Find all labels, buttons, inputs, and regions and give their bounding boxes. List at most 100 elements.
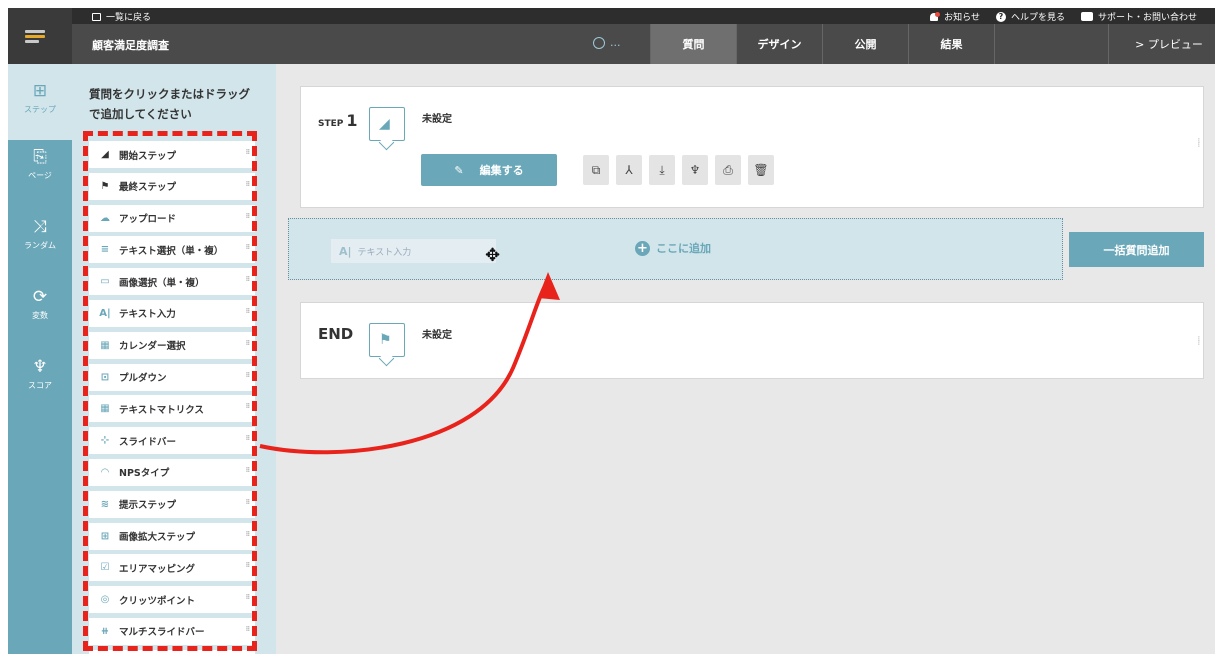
zoom-image-icon: ⊞	[100, 530, 110, 542]
drag-handle-icon[interactable]: ⁞⁞	[1198, 138, 1200, 149]
nav-item-label: ランダム	[24, 241, 56, 250]
tab-spacer	[994, 24, 1109, 64]
drop-zone[interactable]: A| テキスト入力 ✥ + ここに追加	[288, 218, 1063, 280]
question-type-label: スライドバー	[119, 436, 177, 448]
drag-handle-icon[interactable]: ⁞⁞	[1198, 336, 1200, 347]
drag-handle-icon[interactable]: ⁞⁞	[246, 307, 250, 314]
question-type-list: ◢ 開始ステップ ⁞⁞ ⚑ 最終ステップ ⁞⁞ ☁ アップロード ⁞⁞ ≡ テキスト選択（単・…	[89, 141, 255, 654]
back-to-list-label: 一覧に戻る	[106, 13, 152, 23]
question-type-label: 最終ステップ	[119, 182, 177, 194]
question-type-nps[interactable]: ◠ NPSタイプ ⁞⁞	[89, 458, 255, 486]
help-link[interactable]: ? ヘルプを見る	[995, 10, 1065, 23]
question-type-end-step[interactable]: ⚑ 最終ステップ ⁞⁞	[89, 172, 255, 200]
drag-handle-icon[interactable]: ⁞⁞	[246, 180, 250, 187]
drag-handle-icon[interactable]: ⁞⁞	[246, 466, 250, 473]
step-number: 1	[346, 111, 358, 130]
question-type-label: マルチスライドバー	[119, 627, 205, 639]
question-type-image-choice[interactable]: ▭ 画像選択（単・複） ⁞⁞	[89, 268, 255, 296]
drag-handle-icon[interactable]: ⁞⁞	[246, 371, 250, 378]
tab-publish[interactable]: 公開	[822, 24, 908, 64]
app-logo[interactable]	[8, 8, 72, 64]
question-type-calendar[interactable]: ▦ カレンダー選択 ⁞⁞	[89, 331, 255, 359]
nav-item-step[interactable]: ⊞ ステップ	[8, 64, 72, 140]
question-type-presentation-step[interactable]: ≋ 提示ステップ ⁞⁞	[89, 490, 255, 518]
drag-handle-icon[interactable]: ⁞⁞	[246, 562, 250, 569]
drag-handle-icon[interactable]: ⁞⁞	[246, 498, 250, 505]
add-here-target[interactable]: + ここに追加	[635, 240, 711, 256]
survey-title: 顧客満足度調査	[92, 39, 169, 52]
nav-item-random[interactable]: ⤨ ランダム	[8, 218, 72, 278]
copy-icon[interactable]: ⧉	[583, 155, 609, 185]
help-icon: ?	[995, 11, 1006, 22]
drag-handle-icon[interactable]: ⁞⁞	[246, 403, 250, 410]
start-step-icon: ◢	[369, 107, 405, 141]
question-type-upload[interactable]: ☁ アップロード ⁞⁞	[89, 204, 255, 232]
save-status: ...	[593, 36, 621, 49]
cloud-upload-icon: ☁	[100, 212, 110, 224]
trash-icon[interactable]: 🗑	[748, 155, 774, 185]
bulk-add-questions-button[interactable]: 一括質問追加	[1069, 232, 1204, 267]
nav-item-score[interactable]: ♆ スコア	[8, 358, 72, 418]
question-type-start-step[interactable]: ◢ 開始ステップ ⁞⁞	[89, 141, 255, 168]
tab-results[interactable]: 結果	[908, 24, 994, 64]
branch-icon[interactable]: ⅄	[616, 155, 642, 185]
status-text: ...	[610, 36, 621, 49]
nav-item-label: ステップ	[24, 105, 56, 114]
trophy-icon[interactable]: ♆	[682, 155, 708, 185]
start-step-icon: ◢	[101, 149, 109, 160]
drag-handle-icon[interactable]: ⁞⁞	[246, 149, 250, 156]
shuffle-icon: ⤨	[33, 217, 47, 237]
calendar-icon: ▦	[100, 339, 110, 351]
flag-icon: ⚑	[369, 323, 405, 357]
main-tabs: 質問 デザイン 公開 結果	[650, 24, 1109, 64]
drag-handle-icon[interactable]: ⁞⁞	[246, 625, 250, 632]
insert-below-icon[interactable]: ⤓	[649, 155, 675, 185]
app-window: 一覧に戻る お知らせ ? ヘルプを見る サポート・お問い合わせ 顧客満足度調査 …	[8, 8, 1215, 654]
text-input-icon: A|	[99, 307, 111, 319]
question-palette: 質問をクリックまたはドラッグで追加してください ◢ 開始ステップ ⁞⁞ ⚑ 最終ステッ…	[72, 64, 276, 654]
dropdown-icon: ⊡	[100, 371, 110, 383]
question-type-image-zoom-step[interactable]: ⊞ 画像拡大ステップ ⁞⁞	[89, 522, 255, 550]
end-label: END	[318, 325, 354, 343]
step-title: 未設定	[422, 114, 452, 125]
title-bar: 顧客満足度調査 ... 質問 デザイン 公開 結果 > プレビュー	[72, 24, 1215, 64]
end-card[interactable]: END ⚑ 未設定 ⁞ ⁞	[300, 302, 1204, 379]
question-type-label: 画像拡大ステップ	[119, 532, 196, 544]
drag-handle-icon[interactable]: ⁞⁞	[246, 276, 250, 283]
back-to-list-link[interactable]: 一覧に戻る	[92, 10, 151, 23]
nav-item-page[interactable]: ⎘ ページ	[8, 148, 72, 208]
notice-link[interactable]: お知らせ	[929, 10, 980, 23]
step-prefix: STEP	[318, 119, 344, 129]
question-type-label: クリッツポイント	[119, 595, 196, 607]
question-type-click-point[interactable]: ◎ クリッツポイント ⁞⁞	[89, 586, 255, 614]
move-cursor-icon: ✥	[485, 245, 501, 266]
question-type-text-input[interactable]: A| テキスト入力 ⁞⁞	[89, 299, 255, 327]
question-type-multi-slider[interactable]: ⧺ マルチスライドバー ⁞⁞	[89, 617, 255, 645]
text-choice-icon: ≡	[100, 244, 110, 256]
question-type-area-mapping[interactable]: ☑ エリアマッピング ⁞⁞	[89, 554, 255, 582]
preview-button[interactable]: > プレビュー	[1123, 24, 1215, 64]
tab-design[interactable]: デザイン	[736, 24, 822, 64]
help-label: ヘルプを見る	[1010, 13, 1065, 23]
question-type-label: プルダウン	[119, 373, 167, 385]
edit-button[interactable]: ✎ 編集する	[421, 154, 557, 186]
nav-item-variables[interactable]: ⟳ 変数	[8, 288, 72, 348]
step-card[interactable]: STEP 1 ◢ 未設定 ✎ 編集する ⧉ ⅄ ⤓ ♆ ⎙ 🗑 ⁞ ⁞	[300, 86, 1204, 208]
tab-questions[interactable]: 質問	[650, 24, 736, 64]
question-type-pulldown[interactable]: ⊡ プルダウン ⁞⁞	[89, 363, 255, 391]
drag-handle-icon[interactable]: ⁞⁞	[246, 530, 250, 537]
drag-handle-icon[interactable]: ⁞⁞	[246, 339, 250, 346]
matrix-icon: ▦	[100, 403, 110, 415]
question-type-partial[interactable]	[89, 649, 255, 654]
settings-doc-icon[interactable]: ⎙	[715, 155, 741, 185]
question-type-text-choice[interactable]: ≡ テキスト選択（単・複） ⁞⁞	[89, 236, 255, 264]
question-type-label: 画像選択（単・複）	[119, 277, 205, 289]
question-type-slider[interactable]: ⊹ スライドバー ⁞⁞	[89, 427, 255, 455]
drag-handle-icon[interactable]: ⁞⁞	[246, 435, 250, 442]
drag-handle-icon[interactable]: ⁞⁞	[246, 212, 250, 219]
drag-handle-icon[interactable]: ⁞⁞	[246, 594, 250, 601]
area-mapping-icon: ☑	[100, 562, 110, 574]
support-link[interactable]: サポート・お問い合わせ	[1080, 10, 1197, 23]
drag-handle-icon[interactable]: ⁞⁞	[246, 244, 250, 251]
question-type-text-matrix[interactable]: ▦ テキストマトリクス ⁞⁞	[89, 395, 255, 423]
